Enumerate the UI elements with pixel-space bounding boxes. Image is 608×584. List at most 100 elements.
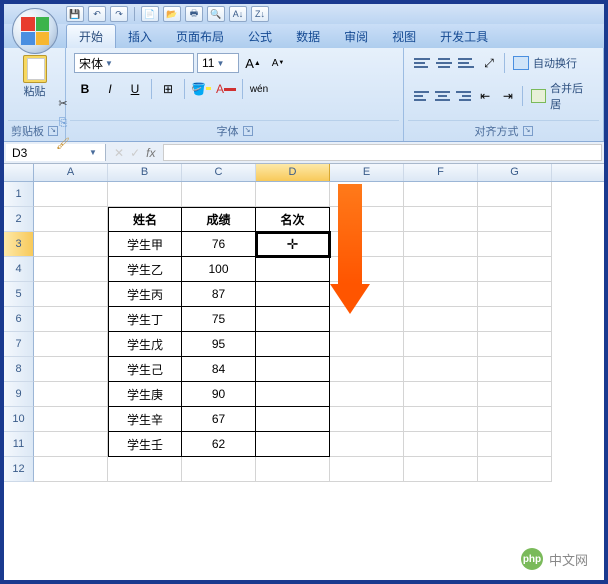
row-header[interactable]: 12	[4, 457, 34, 482]
cell[interactable]	[404, 207, 478, 232]
format-painter-button[interactable]: 🖌	[54, 134, 72, 152]
cell[interactable]	[256, 182, 330, 207]
cell[interactable]	[256, 407, 330, 432]
cell[interactable]	[330, 432, 404, 457]
cell[interactable]	[478, 332, 552, 357]
cell[interactable]: 100	[182, 257, 256, 282]
cell[interactable]	[478, 432, 552, 457]
cell[interactable]	[34, 307, 108, 332]
cell[interactable]: 76	[182, 232, 256, 257]
cell[interactable]	[34, 232, 108, 257]
tab-insert[interactable]: 插入	[116, 25, 164, 48]
font-name-combo[interactable]: 宋体▼	[74, 53, 194, 73]
cell[interactable]	[404, 182, 478, 207]
qat-save-button[interactable]: 💾	[66, 6, 84, 22]
tab-view[interactable]: 视图	[380, 25, 428, 48]
qat-new-button[interactable]: 📄	[141, 6, 159, 22]
cell[interactable]: 学生丙	[108, 282, 182, 307]
cell[interactable]: ✛	[256, 232, 330, 257]
cell[interactable]	[34, 332, 108, 357]
row-header[interactable]: 9	[4, 382, 34, 407]
cell[interactable]	[330, 257, 404, 282]
cell[interactable]: 学生庚	[108, 382, 182, 407]
tab-developer[interactable]: 开发工具	[428, 25, 500, 48]
enter-formula-icon[interactable]: ✓	[130, 146, 140, 160]
cell[interactable]	[330, 182, 404, 207]
tab-home[interactable]: 开始	[66, 24, 116, 48]
cell[interactable]	[330, 282, 404, 307]
cell[interactable]	[34, 207, 108, 232]
row-header[interactable]: 5	[4, 282, 34, 307]
col-header-d[interactable]: D	[256, 164, 330, 181]
qat-print-button[interactable]: 🖶	[185, 6, 203, 22]
cell[interactable]	[404, 457, 478, 482]
border-button[interactable]: ⊞	[157, 78, 179, 100]
cell[interactable]	[34, 457, 108, 482]
align-center-button[interactable]	[433, 87, 452, 105]
cut-button[interactable]: ✂	[54, 94, 72, 112]
align-bottom-button[interactable]	[456, 54, 476, 72]
cell[interactable]	[404, 307, 478, 332]
row-header[interactable]: 6	[4, 307, 34, 332]
align-right-button[interactable]	[454, 87, 473, 105]
row-header[interactable]: 11	[4, 432, 34, 457]
cell[interactable]	[330, 232, 404, 257]
increase-indent-button[interactable]: ⇥	[498, 85, 519, 107]
alignment-launcher[interactable]: ↘	[523, 126, 533, 136]
cell[interactable]	[478, 232, 552, 257]
cell[interactable]	[182, 182, 256, 207]
tab-formula[interactable]: 公式	[236, 25, 284, 48]
cell[interactable]: 学生壬	[108, 432, 182, 457]
font-launcher[interactable]: ↘	[243, 126, 253, 136]
cell[interactable]: 95	[182, 332, 256, 357]
row-header[interactable]: 10	[4, 407, 34, 432]
col-header-f[interactable]: F	[404, 164, 478, 181]
cell[interactable]: 62	[182, 432, 256, 457]
cell[interactable]	[330, 382, 404, 407]
cell[interactable]: 学生丁	[108, 307, 182, 332]
cell[interactable]	[330, 307, 404, 332]
cell[interactable]	[256, 382, 330, 407]
align-top-button[interactable]	[412, 54, 432, 72]
cell[interactable]	[34, 257, 108, 282]
cell[interactable]	[478, 457, 552, 482]
cell[interactable]	[330, 407, 404, 432]
cell[interactable]	[404, 282, 478, 307]
qat-redo-button[interactable]: ↷	[110, 6, 128, 22]
cell[interactable]	[330, 457, 404, 482]
cell[interactable]	[404, 382, 478, 407]
cell[interactable]	[478, 307, 552, 332]
cell[interactable]	[404, 407, 478, 432]
cell[interactable]	[34, 407, 108, 432]
cell[interactable]	[478, 357, 552, 382]
cell[interactable]	[330, 357, 404, 382]
row-header[interactable]: 2	[4, 207, 34, 232]
cell[interactable]	[182, 457, 256, 482]
cell[interactable]	[478, 207, 552, 232]
cell[interactable]: 67	[182, 407, 256, 432]
tab-layout[interactable]: 页面布局	[164, 25, 236, 48]
bold-button[interactable]: B	[74, 78, 96, 100]
paste-button[interactable]: 粘贴	[15, 52, 55, 102]
cell[interactable]	[330, 207, 404, 232]
cell[interactable]	[256, 332, 330, 357]
font-size-combo[interactable]: 11▼	[197, 53, 239, 73]
cell[interactable]: 成绩	[182, 207, 256, 232]
qat-open-button[interactable]: 📂	[163, 6, 181, 22]
cell[interactable]: 90	[182, 382, 256, 407]
cell[interactable]	[34, 432, 108, 457]
cell[interactable]	[256, 432, 330, 457]
cell[interactable]	[478, 282, 552, 307]
cell[interactable]: 姓名	[108, 207, 182, 232]
underline-button[interactable]: U	[124, 78, 146, 100]
cell[interactable]: 84	[182, 357, 256, 382]
cell[interactable]	[256, 307, 330, 332]
orientation-button[interactable]: ⤢	[478, 52, 500, 74]
cell[interactable]: 学生甲	[108, 232, 182, 257]
col-header-a[interactable]: A	[34, 164, 108, 181]
cell[interactable]	[478, 257, 552, 282]
formula-bar[interactable]	[163, 144, 602, 161]
cell[interactable]	[404, 432, 478, 457]
cell[interactable]: 学生辛	[108, 407, 182, 432]
qat-preview-button[interactable]: 🔍	[207, 6, 225, 22]
